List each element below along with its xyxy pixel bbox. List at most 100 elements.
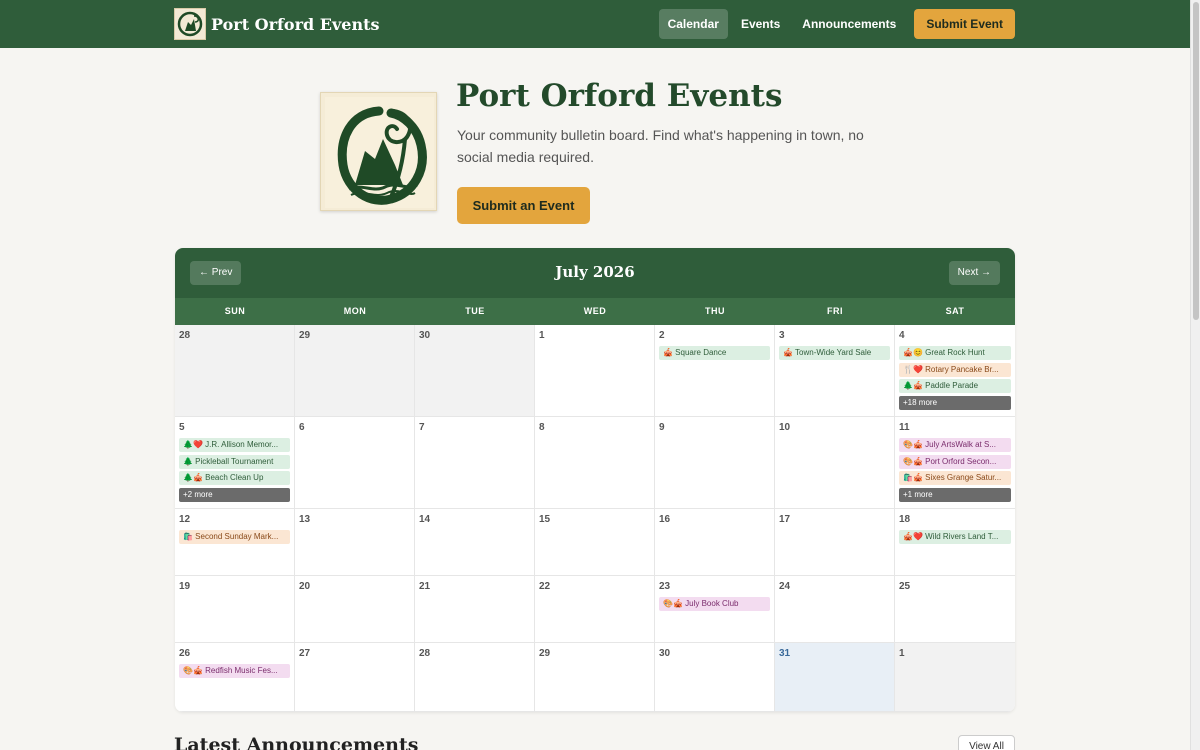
calendar-day-cell[interactable]: 16 <box>655 509 775 576</box>
brand-name: Port Orford Events <box>211 14 380 34</box>
calendar-day-cell[interactable]: 28 <box>415 643 535 712</box>
event-chip[interactable]: 🌲 Pickleball Tournament <box>179 454 290 469</box>
nav-submit-event-button[interactable]: Submit Event <box>914 9 1015 39</box>
day-number: 30 <box>659 648 671 659</box>
calendar-day-cell[interactable]: 29 <box>295 325 415 417</box>
calendar-day-cell[interactable]: 14 <box>415 509 535 576</box>
nav-link-events[interactable]: Events <box>732 9 789 39</box>
day-number: 29 <box>299 330 311 341</box>
view-all-announcements-button[interactable]: View All <box>958 735 1015 750</box>
calendar-day-cell[interactable]: 5 🌲❤️ J.R. Allison Memor... 🌲 Pickleball T… <box>175 417 295 509</box>
calendar-day-cell[interactable]: 19 <box>175 576 295 643</box>
calendar-day-cell[interactable]: 18 🎪❤️ Wild Rivers Land T... <box>895 509 1015 576</box>
event-chip[interactable]: 🛍️ Second Sunday Mark... <box>179 530 290 544</box>
more-events-link[interactable]: +2 more <box>179 487 290 502</box>
brand-link[interactable]: Port Orford Events <box>174 8 379 40</box>
more-events-link[interactable]: +1 more <box>899 487 1011 502</box>
event-chip[interactable]: 🎨🎪 Port Orford Secon... <box>899 454 1011 469</box>
calendar-day-cell[interactable]: 30 <box>415 325 535 417</box>
calendar: ← Prev July 2026 Next → SUN MON TUE WED THU F… <box>175 248 1015 712</box>
calendar-day-cell[interactable]: 17 <box>775 509 895 576</box>
event-chip[interactable]: 🎪 Town-Wide Yard Sale <box>779 346 890 360</box>
calendar-day-cell[interactable]: 1 <box>535 325 655 417</box>
calendar-day-cell[interactable]: 1 <box>895 643 1015 712</box>
day-number: 5 <box>179 422 185 433</box>
top-navbar: Port Orford Events Calendar Events Annou… <box>0 0 1190 48</box>
day-number: 15 <box>539 514 551 525</box>
calendar-day-cell[interactable]: 2 🎪 Square Dance <box>655 325 775 417</box>
calendar-day-cell[interactable]: 13 <box>295 509 415 576</box>
day-number: 17 <box>779 514 791 525</box>
day-of-week-label: WED <box>583 306 607 316</box>
day-number: 4 <box>899 330 905 341</box>
day-number: 1 <box>539 330 545 341</box>
nav-link-calendar[interactable]: Calendar <box>658 9 728 39</box>
calendar-day-cell[interactable]: 8 <box>535 417 655 509</box>
scrollbar-thumb[interactable] <box>1193 2 1199 320</box>
more-events-link[interactable]: +18 more <box>899 395 1011 410</box>
event-chip[interactable]: 🎪❤️ Wild Rivers Land T... <box>899 530 1011 544</box>
next-month-button[interactable]: Next → <box>948 261 1000 285</box>
day-number: 2 <box>659 330 665 341</box>
day-number: 21 <box>419 581 431 592</box>
calendar-month-title: July 2026 <box>555 263 635 281</box>
day-number: 10 <box>779 422 791 433</box>
calendar-day-cell[interactable]: 30 <box>655 643 775 712</box>
calendar-day-cell[interactable]: 11 🎨🎪 July ArtsWalk at S... 🎨🎪 Port Orford… <box>895 417 1015 509</box>
calendar-day-cell[interactable]: 12 🛍️ Second Sunday Mark... <box>175 509 295 576</box>
day-of-week-label: FRI <box>827 306 843 316</box>
calendar-day-cell[interactable]: 6 <box>295 417 415 509</box>
event-chip[interactable]: 🎨🎪 July Book Club <box>659 597 770 611</box>
event-chip[interactable]: 🎪😊 Great Rock Hunt <box>899 346 1011 360</box>
calendar-day-cell[interactable]: 4 🎪😊 Great Rock Hunt 🍴❤️ Rotary Pancake Br… <box>895 325 1015 417</box>
calendar-day-cell[interactable]: 21 <box>415 576 535 643</box>
event-chip[interactable]: 🌲🎪 Paddle Parade <box>899 379 1011 393</box>
event-chip[interactable]: 🍴❤️ Rotary Pancake Br... <box>899 362 1011 377</box>
day-number: 27 <box>299 648 311 659</box>
day-number: 16 <box>659 514 671 525</box>
day-number: 12 <box>179 514 191 525</box>
calendar-day-cell[interactable]: 29 <box>535 643 655 712</box>
day-number: 13 <box>299 514 311 525</box>
event-chip[interactable]: 🎨🎪 Redfish Music Fes... <box>179 664 290 678</box>
day-number: 28 <box>179 330 191 341</box>
calendar-day-cell[interactable]: 15 <box>535 509 655 576</box>
event-chip[interactable]: 🌲❤️ J.R. Allison Memor... <box>179 438 290 452</box>
calendar-day-cell-today[interactable]: 31 <box>775 643 895 712</box>
day-of-week-label: MON <box>343 306 367 316</box>
day-of-week-label: THU <box>705 306 725 316</box>
event-chip[interactable]: 🛍️🎪 Sixes Grange Satur... <box>899 471 1011 485</box>
calendar-day-cell[interactable]: 27 <box>295 643 415 712</box>
calendar-day-cell[interactable]: 23 🎨🎪 July Book Club <box>655 576 775 643</box>
event-chip[interactable]: 🎨🎪 July ArtsWalk at S... <box>899 438 1011 452</box>
calendar-day-cell[interactable]: 25 <box>895 576 1015 643</box>
calendar-day-cell[interactable]: 26 🎨🎪 Redfish Music Fes... <box>175 643 295 712</box>
day-number: 1 <box>899 648 905 659</box>
day-number: 9 <box>659 422 665 433</box>
calendar-day-cell[interactable]: 10 <box>775 417 895 509</box>
event-chip[interactable]: 🎪 Square Dance <box>659 346 770 360</box>
calendar-day-cell[interactable]: 28 <box>175 325 295 417</box>
page-scrollbar[interactable] <box>1190 0 1200 750</box>
calendar-day-cell[interactable]: 9 <box>655 417 775 509</box>
day-number: 24 <box>779 581 791 592</box>
day-number: 11 <box>899 422 910 433</box>
event-chip[interactable]: 🌲🎪 Beach Clean Up <box>179 471 290 485</box>
day-number: 30 <box>419 330 431 341</box>
nav-links: Calendar Events Announcements Submit Eve… <box>655 9 1015 39</box>
submit-an-event-button[interactable]: Submit an Event <box>457 187 590 224</box>
calendar-day-cell[interactable]: 22 <box>535 576 655 643</box>
day-of-week-label: SUN <box>224 306 246 316</box>
fern-rock-logo-icon <box>174 8 206 40</box>
fern-rock-logo-icon <box>325 97 434 208</box>
day-number: 14 <box>419 514 431 525</box>
day-number: 28 <box>419 648 431 659</box>
calendar-day-cell[interactable]: 3 🎪 Town-Wide Yard Sale <box>775 325 895 417</box>
nav-link-announcements[interactable]: Announcements <box>793 9 905 39</box>
day-number: 29 <box>539 648 551 659</box>
hero-tagline: Your community bulletin board. Find what… <box>457 127 864 165</box>
day-of-week-label: TUE <box>465 306 485 316</box>
calendar-day-cell[interactable]: 24 <box>775 576 895 643</box>
calendar-day-cell[interactable]: 7 <box>415 417 535 509</box>
calendar-day-cell[interactable]: 20 <box>295 576 415 643</box>
